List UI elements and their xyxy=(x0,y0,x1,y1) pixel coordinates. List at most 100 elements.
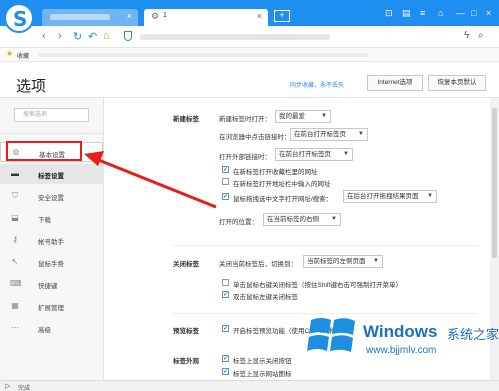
home-icon[interactable]: ⌂ xyxy=(103,30,110,42)
position-select[interactable]: 在当前标签的右侧 ▼ xyxy=(263,213,341,226)
divider xyxy=(0,133,103,134)
close-window-icon[interactable]: × xyxy=(486,8,491,18)
checkbox-label: 鼠标拖拽选中文字打开网址/搜索： xyxy=(233,196,333,203)
sync-link[interactable]: 同步收藏，永不丢失 xyxy=(290,80,344,89)
new-tab-open-label: 新建标签时打开： xyxy=(219,116,271,123)
windows-logo-watermark xyxy=(307,318,355,352)
checkbox-show-favicon[interactable]: ✓ xyxy=(222,368,229,375)
search-icon[interactable]: ⌕ xyxy=(478,30,484,41)
sidebar-item-advanced[interactable]: ⋯ 高级 xyxy=(0,318,103,338)
sidebar-item-download[interactable]: ⬓ 下载 xyxy=(0,208,103,228)
minimize-icon[interactable]: — xyxy=(456,8,465,18)
sidebar-item-account[interactable]: ⚷ 帐号助手 xyxy=(0,230,103,250)
url-input[interactable] xyxy=(140,34,330,40)
lightning-icon[interactable]: ϟ xyxy=(464,30,469,41)
key-icon: ⚷ xyxy=(12,235,18,244)
select-value: 在后台打开拖拽结果页面 xyxy=(347,193,419,200)
watermark-subtitle: 系统之家 xyxy=(447,328,499,343)
chevron-down-icon: ▼ xyxy=(331,216,337,222)
checkbox-address-new-tab[interactable] xyxy=(222,178,229,185)
after-close-select[interactable]: 当前标签的左侧页面 ▼ xyxy=(303,255,383,268)
refresh-icon[interactable]: ↻ xyxy=(73,30,82,43)
chevron-down-icon: ▼ xyxy=(343,151,349,157)
sidebar-item-mouse[interactable]: ↖ 鼠标手势 xyxy=(0,252,103,272)
maximize-icon[interactable]: □ xyxy=(471,8,476,18)
sidebar-item-security[interactable]: ⛉ 安全设置 xyxy=(0,186,103,206)
sidebar-item-tabs[interactable]: ▬ 标签设置 xyxy=(0,164,103,184)
internet-options-button[interactable]: Internet选项 xyxy=(367,75,423,91)
gear-icon: ⚙ xyxy=(151,11,160,21)
checkbox-label: 标签上显示网站图标 xyxy=(233,371,292,378)
chevron-down-icon: ▼ xyxy=(373,258,379,264)
shirt-icon[interactable]: ⌂ xyxy=(438,8,443,18)
undo-icon[interactable]: ↶ xyxy=(88,30,97,43)
new-tab-button[interactable]: + xyxy=(274,10,290,22)
bookmarks-label[interactable]: 收藏 xyxy=(17,51,29,60)
sidebar-item-label: 快捷键 xyxy=(38,283,58,290)
browser-tab[interactable]: × xyxy=(42,9,138,26)
checkbox-tab-preview[interactable]: ✓ xyxy=(222,325,229,332)
mid-click-select[interactable]: 在前台打开标签页 ▼ xyxy=(290,128,368,141)
select-value: 在前台打开标签页 xyxy=(294,131,346,138)
sidebar-item-shortcuts[interactable]: ⌨ 快捷键 xyxy=(0,274,103,294)
shield-icon: ⛉ xyxy=(12,191,18,200)
divider xyxy=(173,245,477,246)
forward-icon[interactable]: › xyxy=(58,30,62,42)
select-value: 当前标签的左侧页面 xyxy=(307,258,366,265)
tab-title-blurred xyxy=(50,14,110,20)
badge-icon[interactable]: ⊡ xyxy=(385,8,393,19)
logo-letter: S xyxy=(13,7,28,31)
sidebar-item-label: 下载 xyxy=(38,217,51,224)
section-preview-tab: 预览标签 xyxy=(173,328,199,335)
star-icon: ★ xyxy=(6,49,14,58)
gear-icon: ⋯ xyxy=(11,323,19,332)
section-close-tab: 关闭标签 xyxy=(173,261,199,268)
search-options-input[interactable]: 搜索选项 xyxy=(14,108,89,122)
external-link-select[interactable]: 在前台打开标签页 ▼ xyxy=(275,148,353,161)
browser-logo[interactable]: S xyxy=(4,3,34,33)
menu-icon[interactable]: ≡ xyxy=(420,8,425,18)
close-icon[interactable]: × xyxy=(257,11,262,21)
external-link-label: 打开外部链接时： xyxy=(219,154,271,161)
status-bar: ▷ 完成 xyxy=(0,380,499,391)
sidebar-item-label: 安全设置 xyxy=(38,195,64,202)
download-icon: ⬓ xyxy=(11,213,19,222)
shield-icon xyxy=(124,31,132,41)
checkbox-right-click-close[interactable] xyxy=(222,279,229,286)
new-tab-open-select[interactable]: 我的最爱 ▼ xyxy=(275,110,331,123)
mid-click-label: 在浏览器中点击链接时： xyxy=(219,134,291,141)
status-text: 完成 xyxy=(18,386,31,391)
sidebar-item-label: 高级 xyxy=(38,327,51,334)
position-label: 打开的位置： xyxy=(219,219,258,226)
close-icon[interactable]: × xyxy=(127,11,132,21)
browser-tab-active[interactable]: ⚙ 1 × xyxy=(144,9,268,26)
skin-icon[interactable]: ▤ xyxy=(402,8,411,19)
scrollbar-thumb[interactable] xyxy=(492,108,497,258)
checkbox-bookmarks-new-tab[interactable]: ✓ xyxy=(222,166,229,173)
sidebar-item-label: 鼠标手势 xyxy=(38,261,64,268)
checkbox-label: 在新标签打开收藏栏里的网址 xyxy=(233,169,318,176)
back-icon[interactable]: ‹ xyxy=(42,30,46,42)
restore-default-button[interactable]: 恢复本页默认 xyxy=(428,75,486,91)
address-bar: ‹ › ↻ ↶ ⌂ ϟ ⌕ xyxy=(0,26,499,48)
chevron-down-icon: ▼ xyxy=(321,113,327,119)
sidebar-item-extensions[interactable]: ▦ 扩展管理 xyxy=(0,296,103,316)
page-title: 选项 xyxy=(16,78,47,95)
sidebar-item-label: 帐号助手 xyxy=(38,239,64,246)
checkbox-label: 单击鼠标右键关闭标签（按住Shift键右击可强制打开菜单） xyxy=(233,282,403,289)
mouse-icon: ↖ xyxy=(11,257,19,266)
after-close-label: 关闭当前标签后，切换到： xyxy=(219,261,297,268)
checkbox-label: 在新标签打开地址栏中输入的网址 xyxy=(233,181,331,188)
checkbox-double-click-close[interactable]: ✓ xyxy=(222,291,229,298)
bookmarks-bar: ★ 收藏 xyxy=(0,48,499,62)
keyboard-icon: ⌨ xyxy=(10,279,22,288)
checkbox-drag-search[interactable]: ✓ xyxy=(222,193,229,200)
checkbox-label: 双击鼠标左键关闭标签 xyxy=(233,294,298,301)
tab-title: 1 xyxy=(163,12,167,19)
select-value: 在前台打开标签页 xyxy=(279,151,331,158)
drag-result-select[interactable]: 在后台打开拖拽结果页面 ▼ xyxy=(343,190,437,203)
watermark-url: www.bjjmlv.com xyxy=(366,345,437,356)
checkbox-label: 标签上显示关闭按钮 xyxy=(233,358,292,365)
chevron-down-icon: ▼ xyxy=(427,193,433,199)
checkbox-show-close-button[interactable]: ✓ xyxy=(222,355,229,362)
